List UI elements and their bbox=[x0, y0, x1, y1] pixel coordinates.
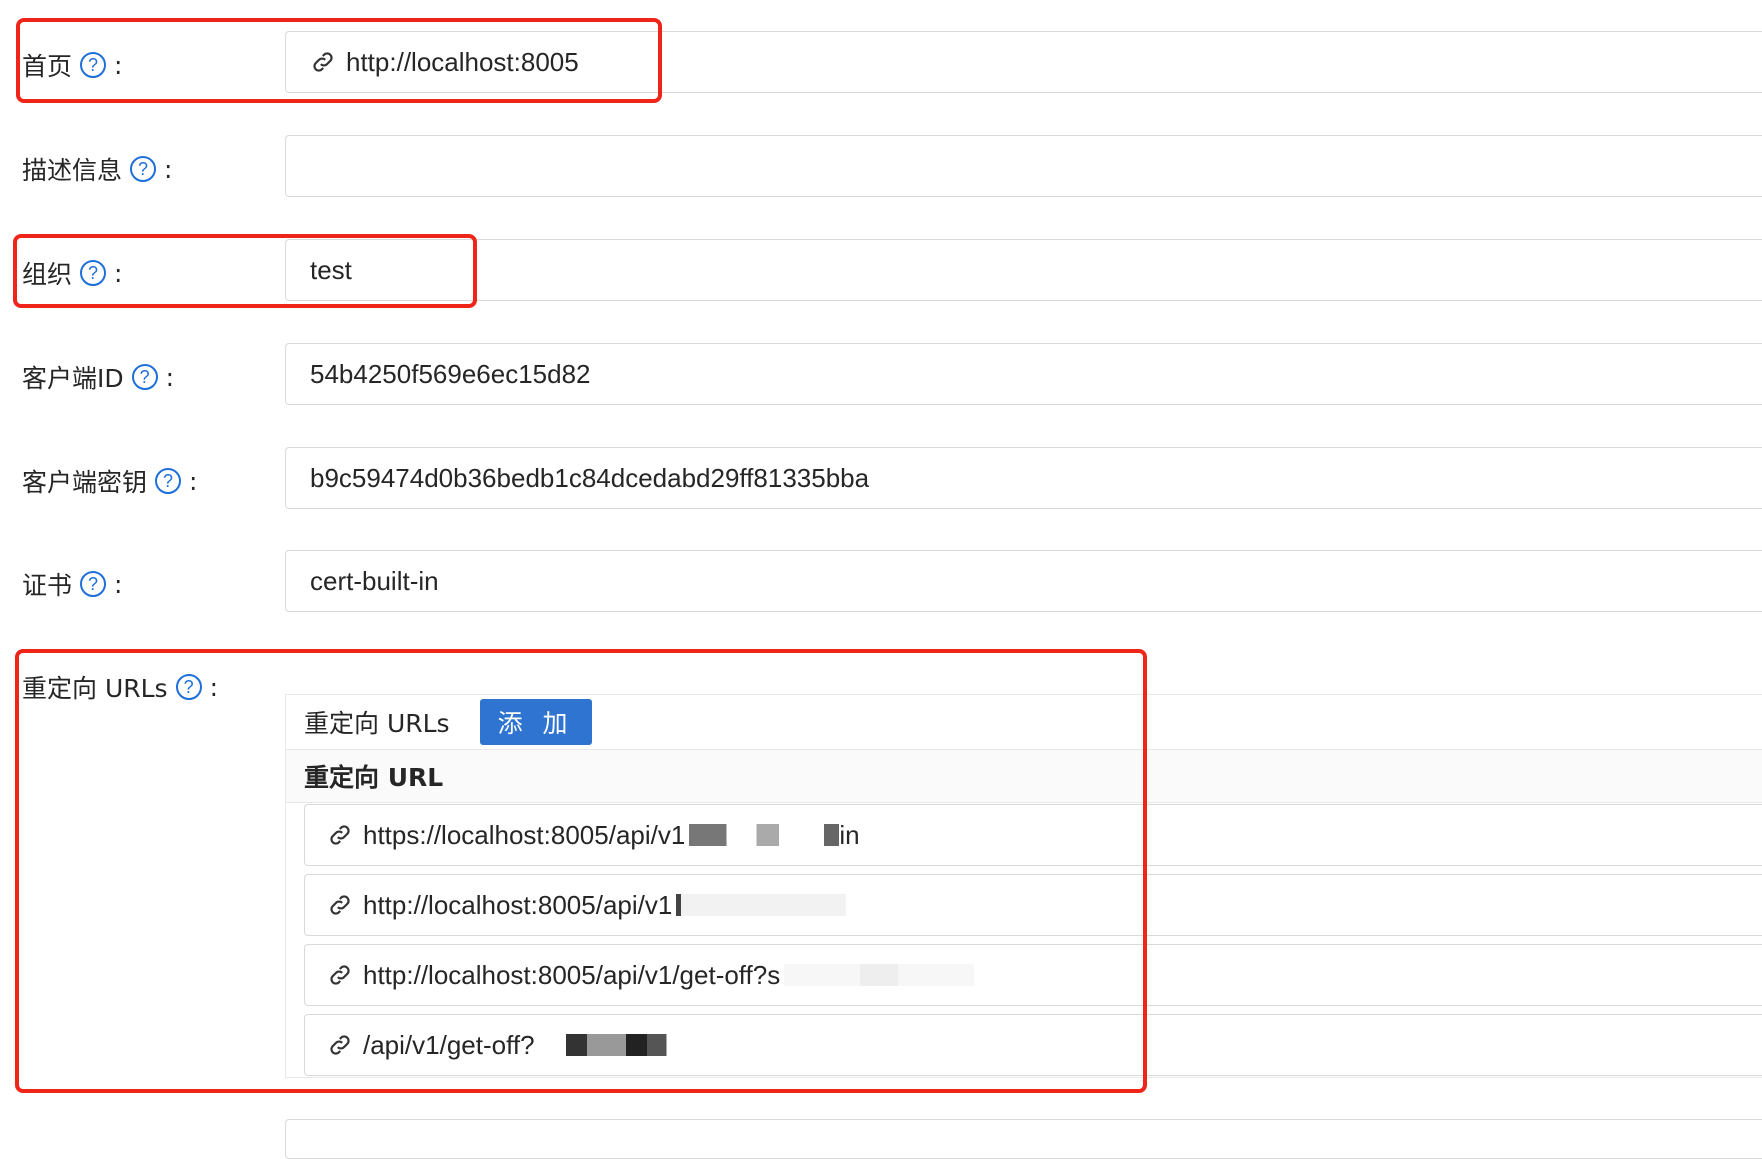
client-secret-label: 客户端密钥 ? : bbox=[22, 466, 198, 498]
description-input[interactable] bbox=[285, 135, 1762, 197]
client-secret-row: 客户端密钥 ? : b9c59474d0b36bedb1c84dcedabd29… bbox=[0, 447, 1762, 509]
question-circle-icon[interactable]: ? bbox=[130, 156, 157, 182]
question-circle-icon[interactable]: ? bbox=[131, 364, 158, 390]
client-id-row: 客户端ID ? : 54b4250f569e6ec15d82 bbox=[0, 343, 1762, 405]
cert-label: 证书 ? : bbox=[22, 569, 123, 601]
question-circle-icon[interactable]: ? bbox=[155, 468, 182, 494]
next-field-input[interactable] bbox=[285, 1119, 1762, 1159]
client-id-label: 客户端ID ? : bbox=[22, 362, 175, 394]
highlight-homepage bbox=[16, 18, 662, 103]
client-id-input[interactable]: 54b4250f569e6ec15d82 bbox=[285, 343, 1762, 405]
highlight-organization bbox=[13, 234, 477, 308]
cert-row: 证书 ? : cert-built-in bbox=[0, 550, 1762, 612]
cert-select[interactable]: cert-built-in bbox=[285, 550, 1762, 612]
question-circle-icon[interactable]: ? bbox=[80, 571, 107, 597]
client-secret-input[interactable]: b9c59474d0b36bedb1c84dcedabd29ff81335bba bbox=[285, 447, 1762, 509]
highlight-redirect-urls bbox=[15, 649, 1147, 1093]
organization-select[interactable]: test bbox=[285, 239, 1762, 301]
description-label: 描述信息 ? : bbox=[22, 154, 173, 186]
description-row: 描述信息 ? : bbox=[0, 135, 1762, 197]
